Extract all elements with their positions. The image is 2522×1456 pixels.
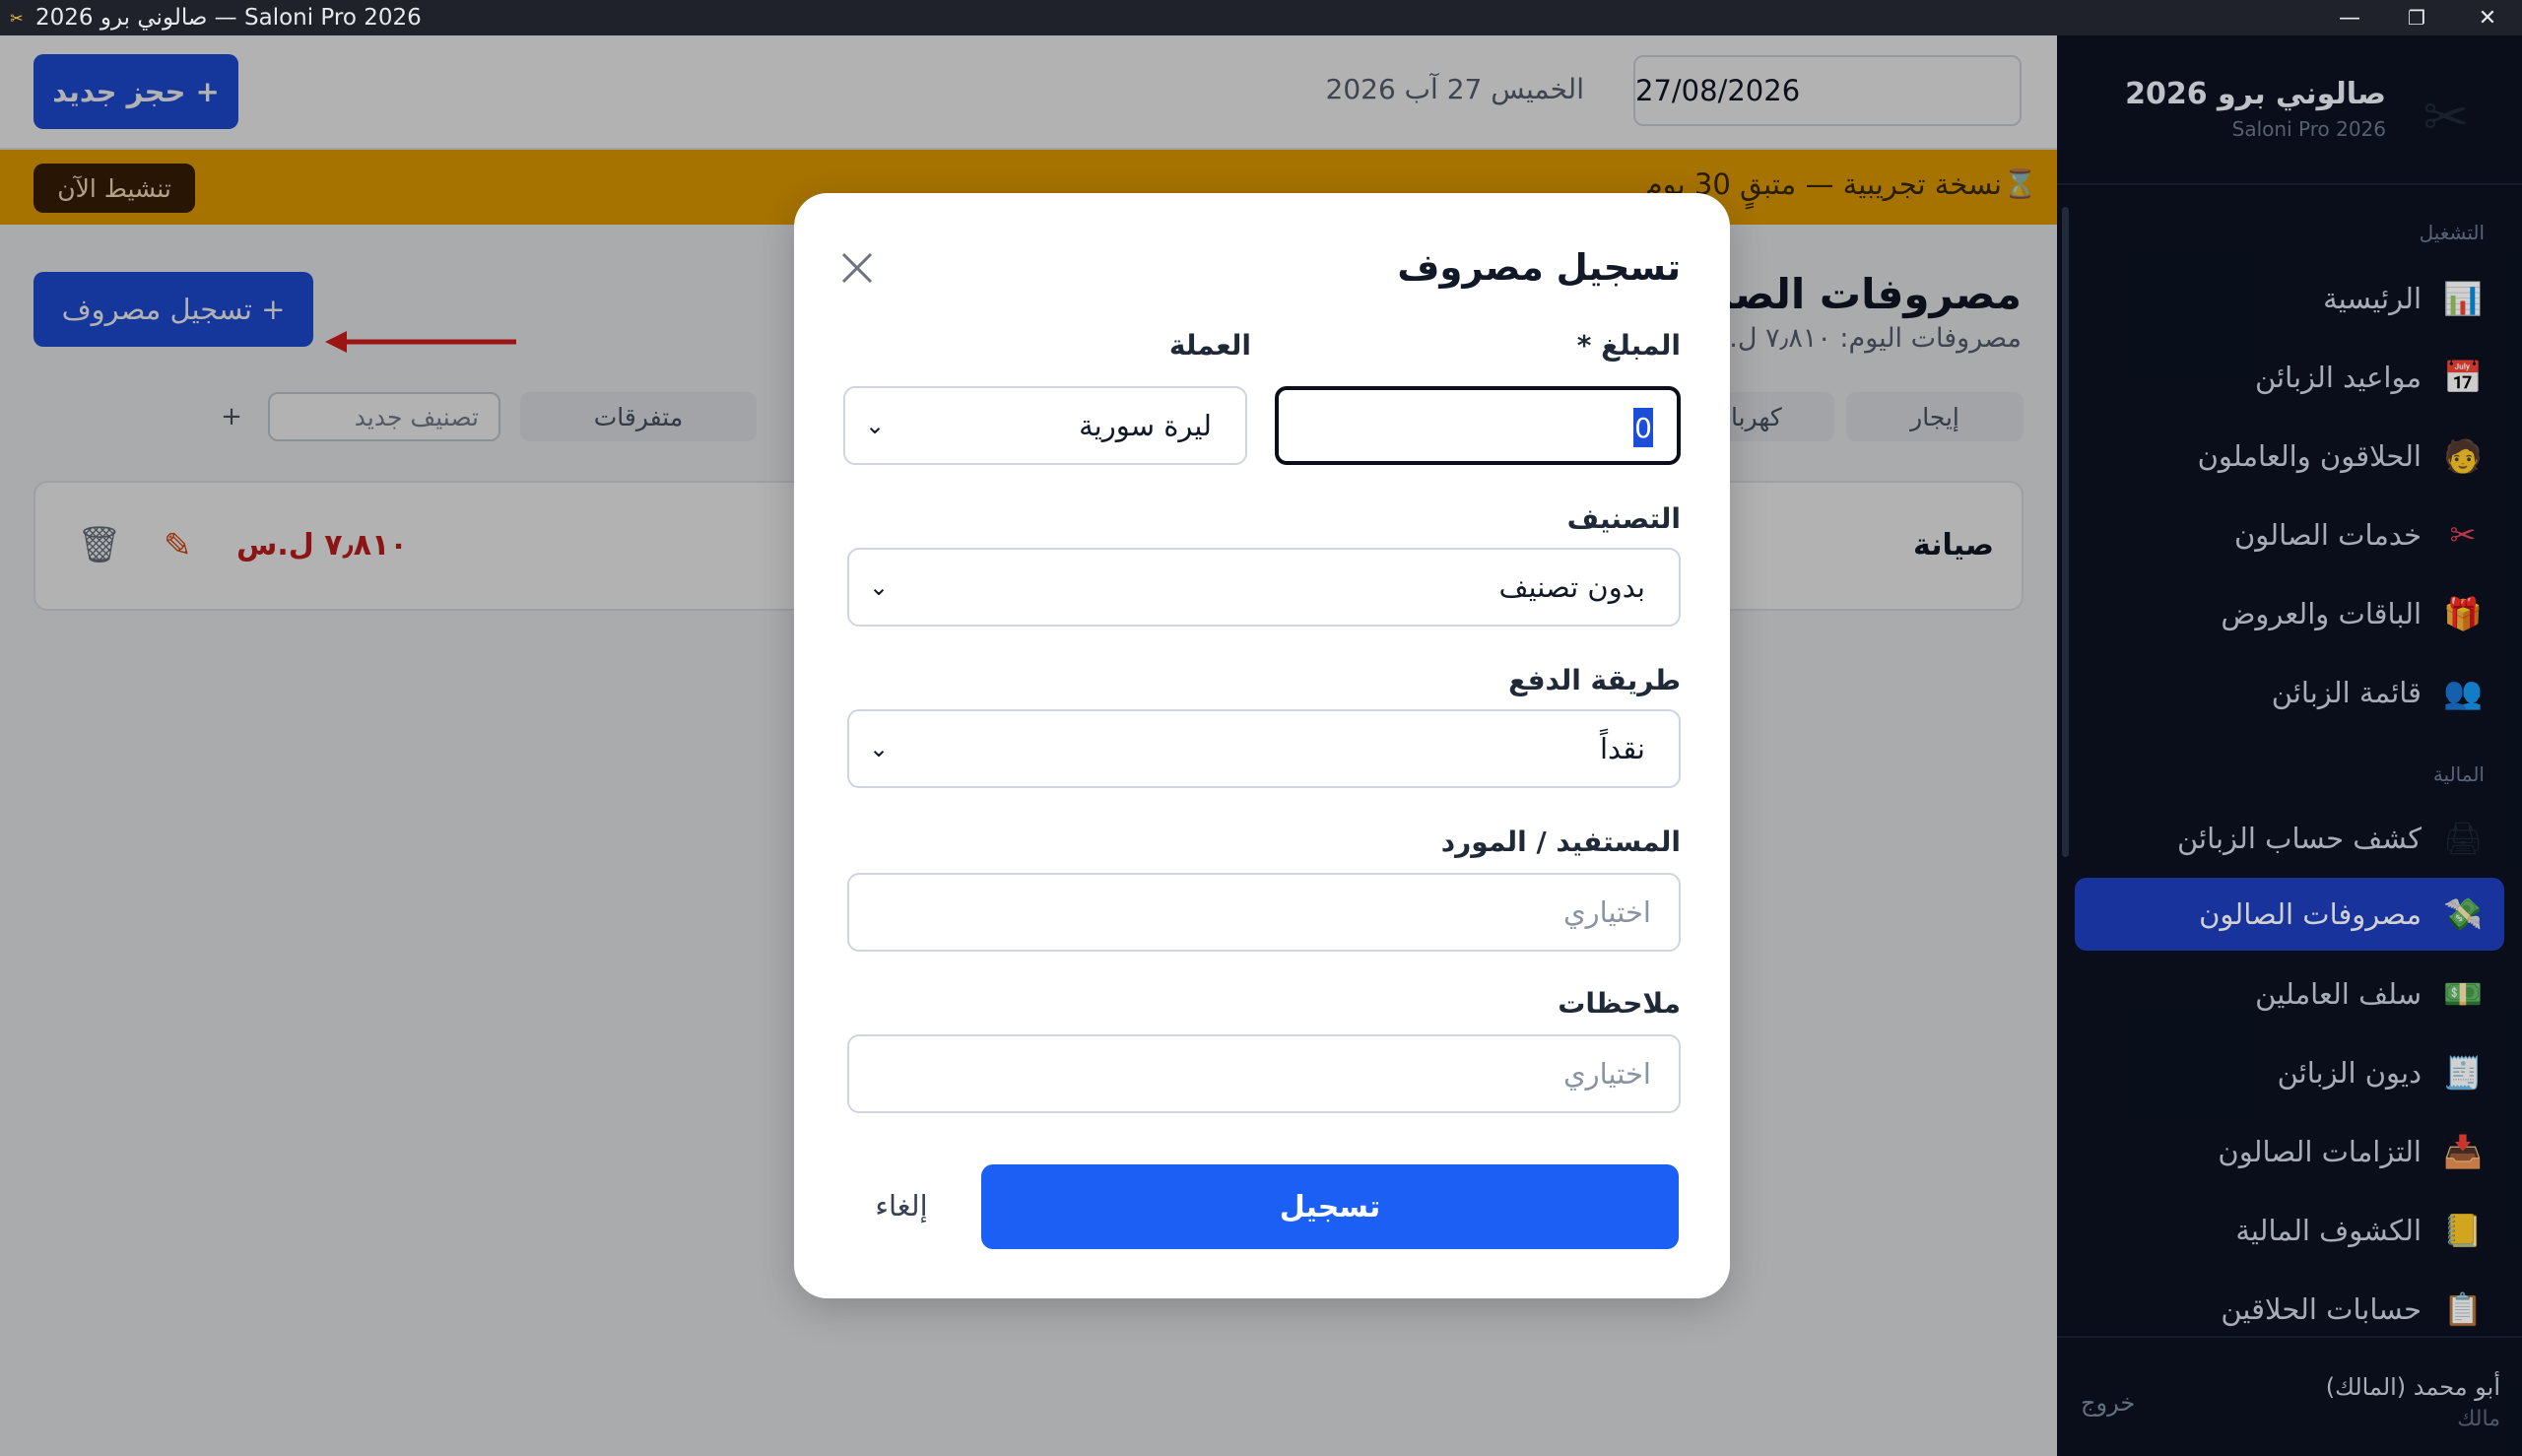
payment-method-label: طريقة الدفع	[1508, 664, 1681, 696]
chevron-down-icon: ⌄	[865, 412, 886, 439]
dialog-title: تسجيل مصروف	[1397, 246, 1681, 289]
close-window-button[interactable]: ✕	[2453, 0, 2522, 35]
minimize-button[interactable]: —	[2315, 0, 2384, 35]
category-label: التصنيف	[1566, 502, 1681, 535]
submit-button[interactable]: تسجيل	[981, 1164, 1679, 1249]
amount-value: 0	[1633, 408, 1653, 447]
cancel-button[interactable]: إلغاء	[837, 1178, 965, 1233]
category-value: بدون تصنيف	[1498, 570, 1645, 604]
beneficiary-input[interactable]: اختياري	[847, 873, 1681, 952]
currency-select[interactable]: ليرة سورية ⌄	[843, 386, 1247, 465]
payment-method-select[interactable]: نقداً ⌄	[847, 709, 1681, 788]
chevron-down-icon: ⌄	[869, 735, 890, 762]
notes-placeholder: اختياري	[1562, 1057, 1651, 1091]
amount-label: المبلغ *	[1576, 329, 1681, 362]
amount-input[interactable]: 0	[1275, 386, 1681, 465]
beneficiary-placeholder: اختياري	[1562, 895, 1651, 929]
maximize-button[interactable]: ❐	[2382, 0, 2451, 35]
sidebar-backdrop	[2057, 35, 2522, 1456]
currency-label: العملة	[1168, 329, 1251, 362]
currency-value: ليرة سورية	[1079, 409, 1212, 442]
category-select[interactable]: بدون تصنيف ⌄	[847, 548, 1681, 627]
payment-method-value: نقداً	[1599, 732, 1645, 765]
window-titlebar: ✂ صالوني برو 2026 — Saloni Pro 2026 — ❐ …	[0, 0, 2522, 35]
notes-input[interactable]: اختياري	[847, 1034, 1681, 1113]
register-expense-dialog: تسجيل مصروف المبلغ * 0 العملة ليرة سورية…	[794, 193, 1730, 1298]
app-icon: ✂	[10, 8, 24, 28]
close-icon[interactable]	[837, 248, 877, 288]
beneficiary-label: المستفيد / المورد	[1440, 826, 1681, 858]
chevron-down-icon: ⌄	[869, 573, 890, 601]
notes-label: ملاحظات	[1558, 987, 1681, 1020]
window-title: صالوني برو 2026 — Saloni Pro 2026	[35, 5, 422, 31]
